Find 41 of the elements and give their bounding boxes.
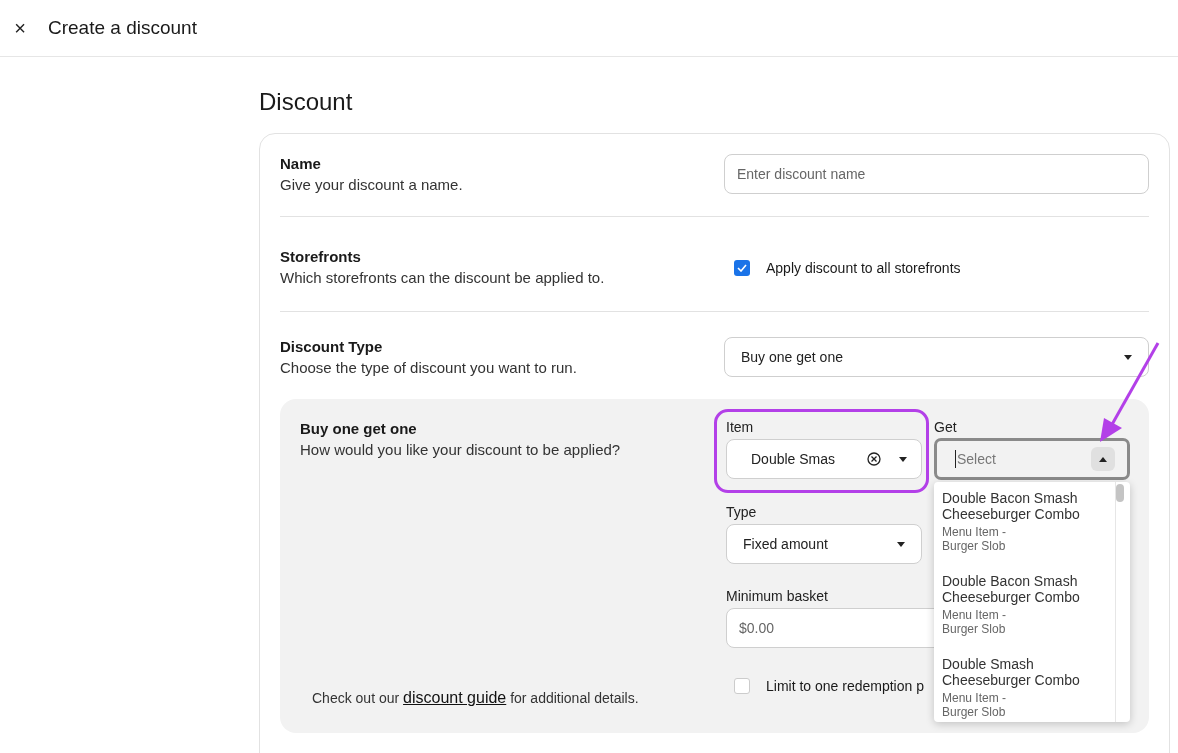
section-title: Name — [280, 154, 322, 174]
option-subtitle: Menu Item - Burger Slob — [942, 608, 1008, 636]
limit-checkbox[interactable] — [734, 678, 750, 694]
section-title: Discount Type — [280, 337, 384, 357]
option-title[interactable]: Double Smash Cheeseburger Combo — [942, 656, 1102, 688]
option-title[interactable]: Double Bacon Smash Cheeseburger Combo — [942, 490, 1102, 522]
guide-text: Check out our discount guide for additional details. — [312, 689, 640, 707]
search-input[interactable]: Select — [955, 450, 1091, 468]
storefronts-checkbox[interactable] — [734, 260, 750, 276]
page-title: Create a discount — [48, 17, 197, 39]
field-label: Type — [726, 504, 757, 520]
section-description: Choose the type of discount you want to run. — [280, 358, 578, 378]
clear-icon[interactable] — [867, 452, 881, 466]
field-label: Get — [934, 419, 957, 435]
check-icon — [737, 264, 747, 272]
section-description: How would you like your discount to be applied? — [300, 440, 622, 460]
discount-type-select[interactable]: Buy one get one — [724, 337, 1149, 377]
section-description: Give your discount a name. — [280, 175, 464, 195]
collapse-button[interactable] — [1091, 447, 1115, 471]
caret-icon — [899, 456, 907, 462]
close-button[interactable]: × — [10, 16, 30, 40]
field-label: Minimum basket — [726, 588, 828, 604]
field-label: Item — [726, 419, 754, 435]
section-heading: Discount — [259, 87, 354, 117]
get-select[interactable]: Select — [934, 438, 1130, 480]
name-input[interactable]: Enter discount name — [724, 154, 1149, 194]
caret-icon — [897, 541, 905, 547]
scrollbar-thumb[interactable] — [1116, 484, 1124, 502]
caret-icon — [1099, 456, 1107, 462]
option-title[interactable]: Double Bacon Smash Cheeseburger Combo — [942, 573, 1102, 605]
option-subtitle: Menu Item - Burger Slob — [942, 691, 1008, 719]
section-title: Storefronts — [280, 247, 362, 267]
checkbox-label: Limit to one redemption p — [766, 678, 924, 694]
type-select[interactable]: Fixed amount — [726, 524, 922, 564]
section-title: Buy one get one — [300, 419, 418, 439]
option-subtitle: Menu Item - Burger Slob — [942, 525, 1008, 553]
discount-guide-link[interactable]: discount guide — [403, 689, 507, 706]
caret-icon — [1124, 354, 1132, 360]
item-select[interactable]: Double Smas — [726, 439, 922, 479]
section-description: Which storefronts can the discount be applied to. — [280, 268, 606, 288]
checkbox-label: Apply discount to all storefronts — [766, 260, 961, 276]
